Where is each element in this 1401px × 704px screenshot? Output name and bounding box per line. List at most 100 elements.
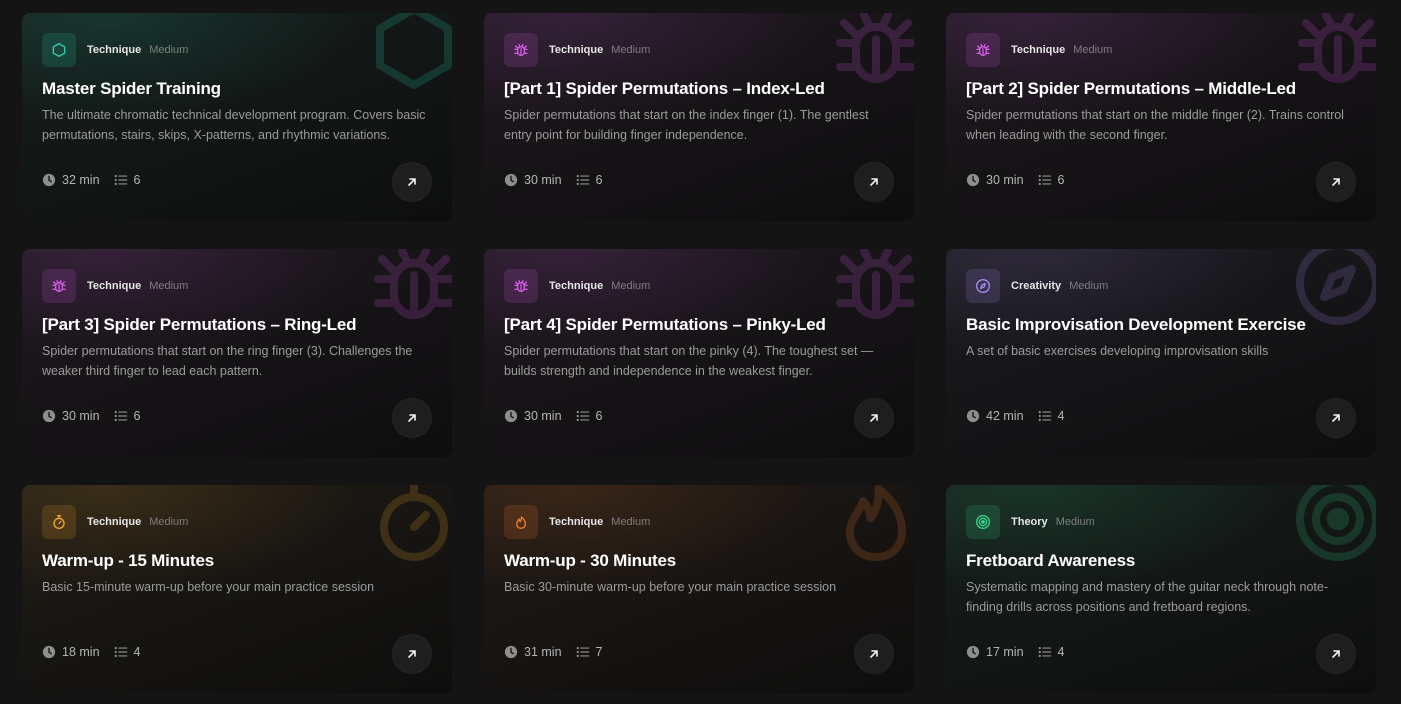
- list-icon: [114, 409, 134, 423]
- card-description: Basic 15-minute warm-up before your main…: [42, 580, 375, 594]
- exercise-card[interactable]: Theory Medium Fretboard Awareness System…: [946, 485, 1376, 693]
- card-meta: 30 min 6: [966, 173, 1064, 187]
- open-exercise-button[interactable]: [1316, 398, 1356, 438]
- duration-label: 18 min: [62, 645, 100, 659]
- exercise-count: 6: [133, 409, 141, 423]
- arrow-up-right-icon: [406, 648, 418, 660]
- level-label: Medium: [611, 516, 651, 528]
- level-label: Medium: [149, 516, 189, 528]
- category-label: Technique: [87, 280, 142, 292]
- arrow-up-right-icon: [406, 412, 418, 424]
- list-icon: [576, 645, 596, 659]
- list-icon: [114, 645, 134, 659]
- bug-icon: [504, 33, 538, 67]
- target-icon: [966, 505, 1000, 539]
- card-description: Systematic mapping and mastery of the gu…: [966, 580, 1328, 614]
- clock-icon: [42, 173, 62, 187]
- card-description: Spider permutations that start on the mi…: [966, 108, 1344, 142]
- clock-icon: [42, 645, 62, 659]
- clock-icon: [966, 645, 986, 659]
- card-title: Master Spider Training: [42, 79, 221, 98]
- exercise-card[interactable]: Technique Medium Warm-up - 15 Minutes Ba…: [22, 485, 452, 693]
- bug-icon: [966, 33, 1000, 67]
- card-title: [Part 1] Spider Permutations – Index-Led: [504, 79, 825, 98]
- list-icon: [1038, 409, 1058, 423]
- exercise-card[interactable]: Technique Medium [Part 1] Spider Permuta…: [484, 13, 914, 221]
- card-header: Technique Medium: [42, 33, 188, 67]
- card-meta: 32 min 6: [42, 173, 140, 187]
- level-label: Medium: [1069, 280, 1109, 292]
- open-exercise-button[interactable]: [1316, 634, 1356, 674]
- arrow-up-right-icon: [1330, 648, 1342, 660]
- card-header: Technique Medium: [504, 269, 650, 303]
- exercise-count: 4: [1057, 409, 1065, 423]
- card-header: Creativity Medium: [966, 269, 1108, 303]
- arrow-up-right-icon: [868, 648, 880, 660]
- clock-icon: [42, 409, 62, 423]
- arrow-up-right-icon: [868, 412, 880, 424]
- card-meta: 18 min 4: [42, 645, 140, 659]
- exercise-card[interactable]: Technique Medium Warm-up - 30 Minutes Ba…: [484, 485, 914, 693]
- category-label: Technique: [87, 516, 142, 528]
- exercise-card[interactable]: Technique Medium [Part 4] Spider Permuta…: [484, 249, 914, 457]
- card-meta: 17 min 4: [966, 645, 1064, 659]
- arrow-up-right-icon: [1330, 412, 1342, 424]
- exercise-card[interactable]: Creativity Medium Basic Improvisation De…: [946, 249, 1376, 457]
- duration-label: 31 min: [524, 645, 562, 659]
- level-label: Medium: [1073, 44, 1113, 56]
- compass-icon: [966, 269, 1000, 303]
- category-label: Technique: [1011, 44, 1066, 56]
- card-header: Technique Medium: [966, 33, 1112, 67]
- card-description: Basic 30-minute warm-up before your main…: [504, 580, 837, 594]
- card-header: Technique Medium: [504, 33, 650, 67]
- stopwatch-icon: [42, 505, 76, 539]
- exercise-grid: Technique Medium Master Spider Training …: [22, 13, 1376, 693]
- exercise-card[interactable]: Technique Medium [Part 3] Spider Permuta…: [22, 249, 452, 457]
- open-exercise-button[interactable]: [392, 398, 432, 438]
- open-exercise-button[interactable]: [392, 162, 432, 202]
- duration-label: 17 min: [986, 645, 1024, 659]
- level-label: Medium: [1055, 516, 1095, 528]
- card-header: Technique Medium: [42, 269, 188, 303]
- arrow-up-right-icon: [1330, 176, 1342, 188]
- bug-icon: [42, 269, 76, 303]
- card-header: Theory Medium: [966, 505, 1095, 539]
- arrow-up-right-icon: [868, 176, 880, 188]
- open-exercise-button[interactable]: [392, 634, 432, 674]
- card-header: Technique Medium: [504, 505, 650, 539]
- card-header: Technique Medium: [42, 505, 188, 539]
- card-title: [Part 3] Spider Permutations – Ring-Led: [42, 315, 357, 334]
- hexagon-icon: [42, 33, 76, 67]
- clock-icon: [504, 645, 524, 659]
- card-meta: 30 min 6: [42, 409, 140, 423]
- level-label: Medium: [149, 44, 189, 56]
- card-title: Fretboard Awareness: [966, 551, 1136, 570]
- duration-label: 30 min: [524, 409, 562, 423]
- open-exercise-button[interactable]: [854, 162, 894, 202]
- list-icon: [1038, 173, 1058, 187]
- card-meta: 30 min 6: [504, 409, 602, 423]
- category-label: Creativity: [1011, 280, 1062, 292]
- list-icon: [114, 173, 134, 187]
- bug-icon: [504, 269, 538, 303]
- exercise-count: 6: [1057, 173, 1065, 187]
- exercise-count: 4: [1057, 645, 1065, 659]
- duration-label: 30 min: [524, 173, 562, 187]
- list-icon: [1038, 645, 1058, 659]
- clock-icon: [504, 173, 524, 187]
- level-label: Medium: [611, 280, 651, 292]
- category-label: Technique: [549, 516, 604, 528]
- card-description: The ultimate chromatic technical develop…: [42, 108, 426, 142]
- card-description: Spider permutations that start on the in…: [504, 108, 869, 142]
- level-label: Medium: [611, 44, 651, 56]
- open-exercise-button[interactable]: [854, 634, 894, 674]
- card-description: Spider permutations that start on the ri…: [42, 344, 413, 378]
- exercise-count: 4: [133, 645, 141, 659]
- exercise-card[interactable]: Technique Medium Master Spider Training …: [22, 13, 452, 221]
- clock-icon: [504, 409, 524, 423]
- exercise-card[interactable]: Technique Medium [Part 2] Spider Permuta…: [946, 13, 1376, 221]
- open-exercise-button[interactable]: [854, 398, 894, 438]
- exercise-count: 6: [595, 409, 603, 423]
- card-title: Basic Improvisation Development Exercise: [966, 315, 1306, 334]
- open-exercise-button[interactable]: [1316, 162, 1356, 202]
